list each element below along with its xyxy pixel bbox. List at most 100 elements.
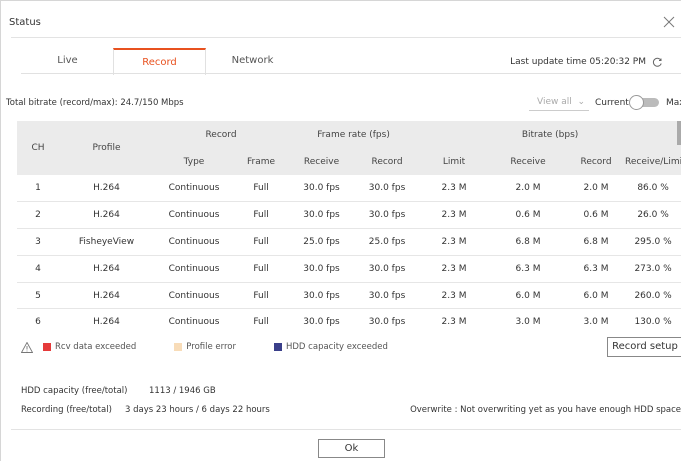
table-row: 1 H.264 Continuous Full 30.0 fps 30.0 fps 2.3 … — [17, 175, 681, 203]
cell-bps-receive: 6.3 M — [489, 255, 568, 283]
cell-fps-record: 30.0 fps — [355, 282, 420, 310]
refresh-icon[interactable] — [651, 56, 663, 68]
col-group-bitrate: Bitrate (bps) — [419, 121, 681, 148]
cell-bps-record: 2.0 M — [567, 175, 626, 203]
last-update-text: Last update time 05:20:32 PM — [510, 57, 646, 67]
cell-receive-limit: 86.0 % — [625, 175, 681, 203]
cell-limit: 2.3 M — [419, 282, 490, 310]
cell-ch: 2 — [17, 201, 59, 230]
cell-frame: Full — [234, 255, 289, 283]
toggle-knob — [629, 95, 644, 110]
cell-bps-receive: 2.0 M — [489, 175, 568, 203]
cell-profile: H.264 — [59, 201, 154, 230]
tab-network[interactable]: Network — [206, 48, 299, 74]
table-row: 3 FisheyeView Continuous Full 25.0 fps 25.0 f… — [17, 228, 681, 256]
cell-fps-receive: 30.0 fps — [288, 175, 356, 203]
cell-bps-record: 0.6 M — [567, 201, 626, 230]
cell-fps-receive: 30.0 fps — [288, 308, 356, 335]
cell-bps-record: 6.8 M — [567, 228, 626, 256]
cell-receive-limit: 26.0 % — [625, 201, 681, 230]
last-update: Last update time 05:20:32 PM — [510, 56, 663, 68]
cell-frame: Full — [234, 201, 289, 230]
toggle-max-label: Max — [666, 98, 681, 108]
col-group-record: Record — [154, 121, 289, 148]
cell-receive-limit: 130.0 % — [625, 308, 681, 335]
cell-fps-record: 30.0 fps — [355, 201, 420, 230]
record-setup-button[interactable]: Record setup — [607, 337, 681, 357]
cell-profile: H.264 — [59, 175, 154, 203]
hdd-capacity-label: HDD capacity (free/total) — [21, 386, 128, 396]
col-header-profile: Profile — [59, 121, 154, 175]
cell-bps-receive: 6.0 M — [489, 282, 568, 310]
table-row: 4 H.264 Continuous Full 30.0 fps 30.0 fps 2.3 … — [17, 255, 681, 283]
cell-profile: H.264 — [59, 282, 154, 310]
legend-label: HDD capacity exceeded — [286, 342, 388, 352]
cell-profile: H.264 — [59, 308, 154, 335]
table-body: 1 H.264 Continuous Full 30.0 fps 30.0 fps 2.3 … — [17, 175, 681, 335]
table-row: 5 H.264 Continuous Full 30.0 fps 30.0 fps 2.3 … — [17, 282, 681, 310]
cell-ch: 4 — [17, 255, 59, 283]
cell-fps-receive: 30.0 fps — [288, 255, 356, 283]
cell-profile: H.264 — [59, 255, 154, 283]
view-filter-select[interactable]: View all ⌄ — [529, 93, 589, 111]
legend-label: Rcv data exceeded — [55, 342, 137, 352]
tab-live[interactable]: Live — [21, 48, 114, 74]
dialog-title: Status — [9, 17, 41, 28]
col-header-ch: CH — [17, 121, 59, 175]
recording-value: 3 days 23 hours / 6 days 22 hours — [125, 405, 270, 415]
cell-bps-record: 3.0 M — [567, 308, 626, 335]
table-row: 6 H.264 Continuous Full 30.0 fps 30.0 fps 2.3 … — [17, 308, 681, 335]
legend-swatch — [274, 343, 282, 351]
cell-limit: 2.3 M — [419, 308, 490, 335]
cell-fps-record: 30.0 fps — [355, 255, 420, 283]
recording-label: Recording (free/total) — [21, 405, 112, 415]
legend-swatch — [43, 343, 51, 351]
cell-limit: 2.3 M — [419, 175, 490, 203]
cell-type: Continuous — [154, 201, 234, 230]
table-scrollbar[interactable] — [677, 121, 681, 145]
cell-ch: 6 — [17, 308, 59, 335]
col-header-bps-receive: Receive — [489, 148, 568, 175]
title-divider — [11, 37, 681, 38]
cell-frame: Full — [234, 228, 289, 256]
col-header-type: Type — [154, 148, 234, 175]
cell-ch: 5 — [17, 282, 59, 310]
ok-button[interactable]: Ok — [318, 439, 385, 458]
cell-frame: Full — [234, 175, 289, 203]
cell-fps-receive: 30.0 fps — [288, 282, 356, 310]
col-header-receive-limit: Receive/Limit — [625, 148, 681, 175]
hdd-capacity-value: 1113 / 1946 GB — [149, 386, 216, 396]
record-status-table: CH Profile Record Frame rate (fps) Bitra… — [17, 121, 681, 335]
legend-swatch — [174, 343, 183, 351]
close-icon[interactable] — [661, 14, 677, 30]
cell-ch: 1 — [17, 175, 59, 203]
cell-receive-limit: 295.0 % — [625, 228, 681, 256]
col-header-limit: Limit — [419, 148, 490, 175]
cell-limit: 2.3 M — [419, 201, 490, 230]
cell-fps-receive: 25.0 fps — [288, 228, 356, 256]
overwrite-status: Overwrite : Not overwriting yet as you h… — [410, 405, 681, 415]
cell-fps-record: 25.0 fps — [355, 228, 420, 256]
current-max-toggle[interactable] — [629, 95, 659, 110]
cell-type: Continuous — [154, 282, 234, 310]
cell-fps-record: 30.0 fps — [355, 175, 420, 203]
legend-profile-error: Profile error — [174, 342, 236, 352]
cell-ch: 3 — [17, 228, 59, 256]
chevron-down-icon: ⌄ — [577, 97, 585, 107]
cell-type: Continuous — [154, 255, 234, 283]
col-header-fps-receive: Receive — [288, 148, 356, 175]
cell-type: Continuous — [154, 308, 234, 335]
col-header-frame: Frame — [234, 148, 289, 175]
title-bar: Status — [9, 8, 681, 34]
cell-type: Continuous — [154, 175, 234, 203]
footer-divider — [11, 429, 681, 430]
cell-fps-record: 30.0 fps — [355, 308, 420, 335]
tab-underline — [21, 73, 681, 74]
warning-icon — [21, 341, 33, 353]
tab-record[interactable]: Record — [113, 48, 206, 75]
cell-bps-receive: 0.6 M — [489, 201, 568, 230]
col-header-bps-record: Record — [567, 148, 626, 175]
cell-type: Continuous — [154, 228, 234, 256]
view-filter-value: View all — [537, 97, 572, 107]
col-header-fps-record: Record — [355, 148, 420, 175]
